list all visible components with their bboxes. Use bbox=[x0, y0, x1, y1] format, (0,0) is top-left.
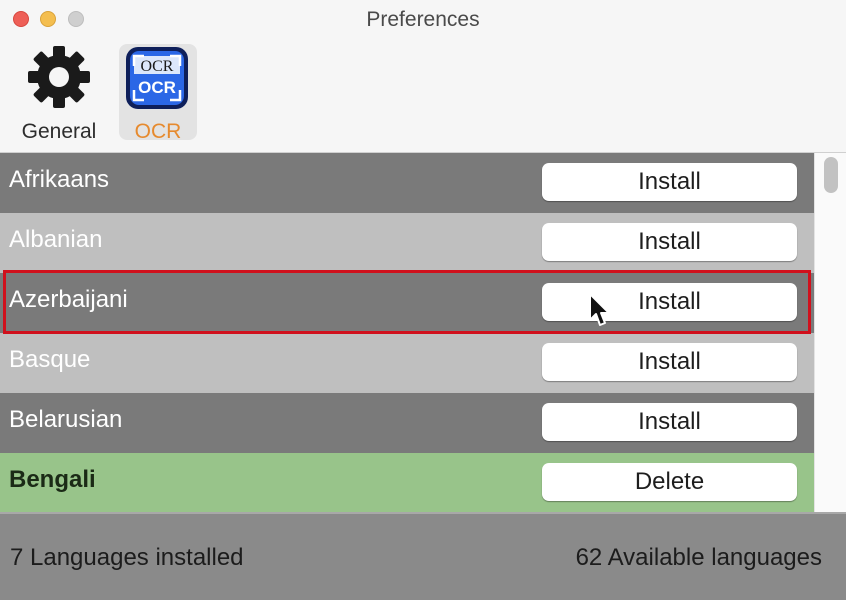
mouse-pointer-icon bbox=[589, 293, 610, 326]
language-name: Afrikaans bbox=[9, 166, 110, 193]
toolbar-ocr-tab[interactable]: OCR OCR OCR bbox=[119, 44, 197, 143]
language-row: Albanian Install bbox=[0, 213, 814, 273]
scrollbar-thumb[interactable] bbox=[824, 157, 838, 193]
available-count: 62 Available languages bbox=[575, 544, 822, 571]
language-list: Afrikaans Install Albanian Install Azerb… bbox=[0, 153, 814, 512]
language-name: Azerbaijani bbox=[9, 286, 128, 313]
window-title: Preferences bbox=[366, 8, 480, 31]
title-bar: Preferences bbox=[0, 0, 846, 38]
language-row: Afrikaans Install bbox=[0, 153, 814, 213]
ocr-icon: OCR OCR bbox=[126, 47, 188, 109]
language-row: Basque Install bbox=[0, 333, 814, 393]
install-button[interactable]: Install bbox=[542, 403, 797, 441]
ocr-icon-text-top: OCR bbox=[141, 58, 174, 75]
install-button[interactable]: Install bbox=[542, 343, 797, 381]
language-name: Basque bbox=[9, 346, 91, 373]
installed-count: 7 Languages installed bbox=[10, 544, 244, 571]
language-row: Belarusian Install bbox=[0, 393, 814, 453]
install-button[interactable]: Install bbox=[542, 223, 797, 261]
gear-icon bbox=[28, 46, 90, 108]
status-footer: 7 Languages installed 62 Available langu… bbox=[0, 512, 846, 600]
toolbar-general-tab[interactable]: General bbox=[20, 44, 98, 143]
language-name: Belarusian bbox=[9, 406, 123, 433]
language-name: Bengali bbox=[9, 466, 96, 493]
language-row: Azerbaijani Install bbox=[0, 273, 814, 333]
ocr-icon-text-bottom: OCR bbox=[138, 78, 176, 97]
language-name: Albanian bbox=[9, 226, 103, 253]
toolbar-ocr-label: OCR bbox=[134, 120, 182, 143]
install-button[interactable]: Install bbox=[542, 163, 797, 201]
delete-button[interactable]: Delete bbox=[542, 463, 797, 501]
install-button[interactable]: Install bbox=[542, 283, 797, 321]
toolbar-general-label: General bbox=[21, 120, 97, 143]
scrollbar[interactable] bbox=[814, 153, 846, 512]
preferences-toolbar: General OCR OCR OCR bbox=[0, 38, 846, 153]
language-row-installed: Bengali Delete bbox=[0, 453, 814, 512]
